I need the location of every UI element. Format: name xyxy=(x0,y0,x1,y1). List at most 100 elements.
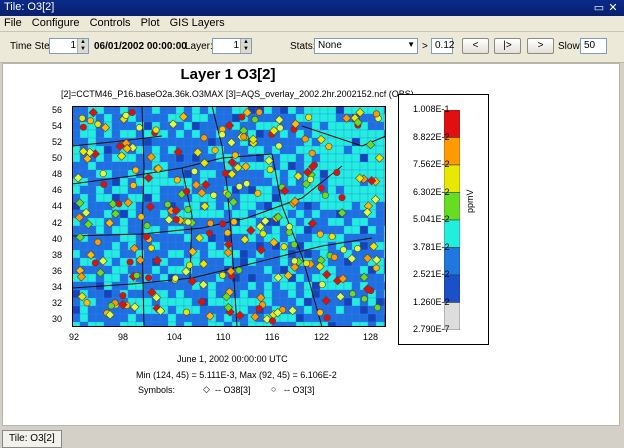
minimize-icon[interactable]: ▭ xyxy=(592,0,606,16)
color-legend: 1.008E-1 8.822E-2 7.562E-2 6.302E-2 5.041E-2… xyxy=(398,94,489,345)
spinner-arrows-icon[interactable]: ▲ ▼ xyxy=(77,39,88,53)
timestep-value: 1 xyxy=(70,40,76,51)
observation-marker xyxy=(243,180,251,188)
observation-marker xyxy=(128,109,136,117)
x-tick-label: 116 xyxy=(265,332,280,342)
observation-marker xyxy=(323,314,331,322)
x-tick-label: 92 xyxy=(69,332,80,342)
y-tick-label: 30 xyxy=(52,314,63,324)
observation-marker xyxy=(119,292,127,300)
observation-marker xyxy=(316,309,324,317)
y-tick-label: 50 xyxy=(52,153,63,164)
observation-marker xyxy=(224,191,232,199)
spinner-arrows-icon[interactable]: ▲ ▼ xyxy=(240,39,251,53)
observation-marker xyxy=(321,191,329,199)
observation-marker xyxy=(308,149,316,157)
menu-gis-layers[interactable]: GIS Layers xyxy=(166,16,228,29)
x-tick-label: 110 xyxy=(216,332,231,342)
observation-marker xyxy=(79,123,87,131)
observation-marker xyxy=(206,229,214,237)
observation-marker xyxy=(183,308,191,316)
diamond-symbol-icon: ◇ xyxy=(203,384,210,394)
observation-marker xyxy=(173,176,181,184)
observation-marker xyxy=(285,223,293,231)
legend-tick-label: 1.008E-1 xyxy=(413,104,450,114)
observation-marker xyxy=(78,114,86,122)
threshold-input[interactable]: 0.12 xyxy=(431,38,454,54)
observation-marker xyxy=(269,317,277,325)
chevron-down-icon: ▼ xyxy=(407,40,415,49)
time-caption: June 1, 2002 00:00:00 UTC xyxy=(177,354,288,364)
observation-marker xyxy=(172,216,180,224)
y-tick-label: 34 xyxy=(52,281,63,292)
observation-marker xyxy=(200,134,208,142)
stats-select[interactable]: None ▼ xyxy=(314,38,418,54)
legend-tick-label: 1.260E-2 xyxy=(413,296,450,307)
observation-marker xyxy=(143,233,151,241)
legend-tick-label: 2.521E-2 xyxy=(413,269,450,279)
circle-symbol-icon: ○ xyxy=(271,384,277,394)
layer-value: 1 xyxy=(233,40,239,51)
y-tick-label: 44 xyxy=(52,201,63,212)
observation-marker xyxy=(333,169,341,177)
tile-tab[interactable]: Tile: O3[2] xyxy=(2,430,62,448)
menu-controls[interactable]: Controls xyxy=(86,16,134,29)
observation-marker xyxy=(126,258,134,266)
layer-spinner[interactable]: 1 ▲ ▼ xyxy=(212,38,252,54)
next-button[interactable]: > xyxy=(527,38,554,54)
legend-tick-label: 3.781E-2 xyxy=(413,241,450,252)
observation-marker xyxy=(318,281,326,289)
timestep-spinner[interactable]: 1 ▲ ▼ xyxy=(49,38,89,54)
y-tick-label: 32 xyxy=(52,297,63,308)
observation-marker xyxy=(224,229,232,237)
y-tick-label: 54 xyxy=(52,121,63,132)
slow-input[interactable]: 50 xyxy=(580,38,607,54)
observation-marker xyxy=(152,126,160,134)
concentration-map[interactable] xyxy=(72,106,386,327)
observation-marker xyxy=(301,135,309,143)
observation-marker xyxy=(132,166,140,174)
y-tick-label: 52 xyxy=(52,137,63,148)
y-tick-label: 36 xyxy=(52,265,63,276)
observation-marker xyxy=(190,167,198,175)
layer-label: Layer: xyxy=(185,41,213,52)
menu-plot[interactable]: Plot xyxy=(137,16,163,29)
play-button[interactable]: |> xyxy=(494,38,521,54)
observation-marker xyxy=(354,245,362,253)
symbols-label: Symbols: xyxy=(138,385,176,395)
observation-marker xyxy=(129,181,137,189)
observation-marker xyxy=(255,108,263,116)
close-icon[interactable]: ✕ xyxy=(606,0,620,16)
y-tick-label: 38 xyxy=(52,249,63,260)
symbol1-legend: -- O38[3] xyxy=(215,385,251,395)
x-tick-label: 122 xyxy=(314,332,330,342)
observation-marker xyxy=(317,184,325,192)
observation-marker xyxy=(100,180,108,188)
minmax-caption: Min (124, 45) = 5.111E-3, Max (92, 45) =… xyxy=(136,370,337,380)
y-tick-label: 56 xyxy=(52,105,63,115)
menu-configure[interactable]: Configure xyxy=(28,16,83,29)
y-tick-label: 46 xyxy=(52,185,63,196)
slow-label: Slow: xyxy=(558,41,583,52)
observation-marker xyxy=(184,205,192,213)
legend-tick-label: 7.562E-2 xyxy=(413,159,450,169)
observation-marker xyxy=(290,241,298,249)
observation-marker xyxy=(183,187,191,195)
observation-marker xyxy=(266,166,274,174)
observation-marker xyxy=(145,274,153,282)
observation-marker xyxy=(306,175,314,183)
stats-label: Stats: xyxy=(290,41,316,52)
observation-marker xyxy=(349,290,357,298)
legend-tick-label: 5.041E-2 xyxy=(413,214,450,224)
previous-button[interactable]: < xyxy=(462,38,489,54)
menu-file[interactable]: File xyxy=(0,16,25,29)
observation-marker xyxy=(235,183,243,191)
y-tick-label: 42 xyxy=(52,217,63,228)
observation-marker xyxy=(219,271,227,279)
legend-unit: ppmV xyxy=(465,189,475,213)
x-tick-label: 128 xyxy=(363,332,379,342)
observation-marker xyxy=(230,218,238,226)
observation-marker xyxy=(374,304,382,312)
legend-tick-label: 6.302E-2 xyxy=(413,186,450,197)
observation-marker xyxy=(147,244,155,252)
